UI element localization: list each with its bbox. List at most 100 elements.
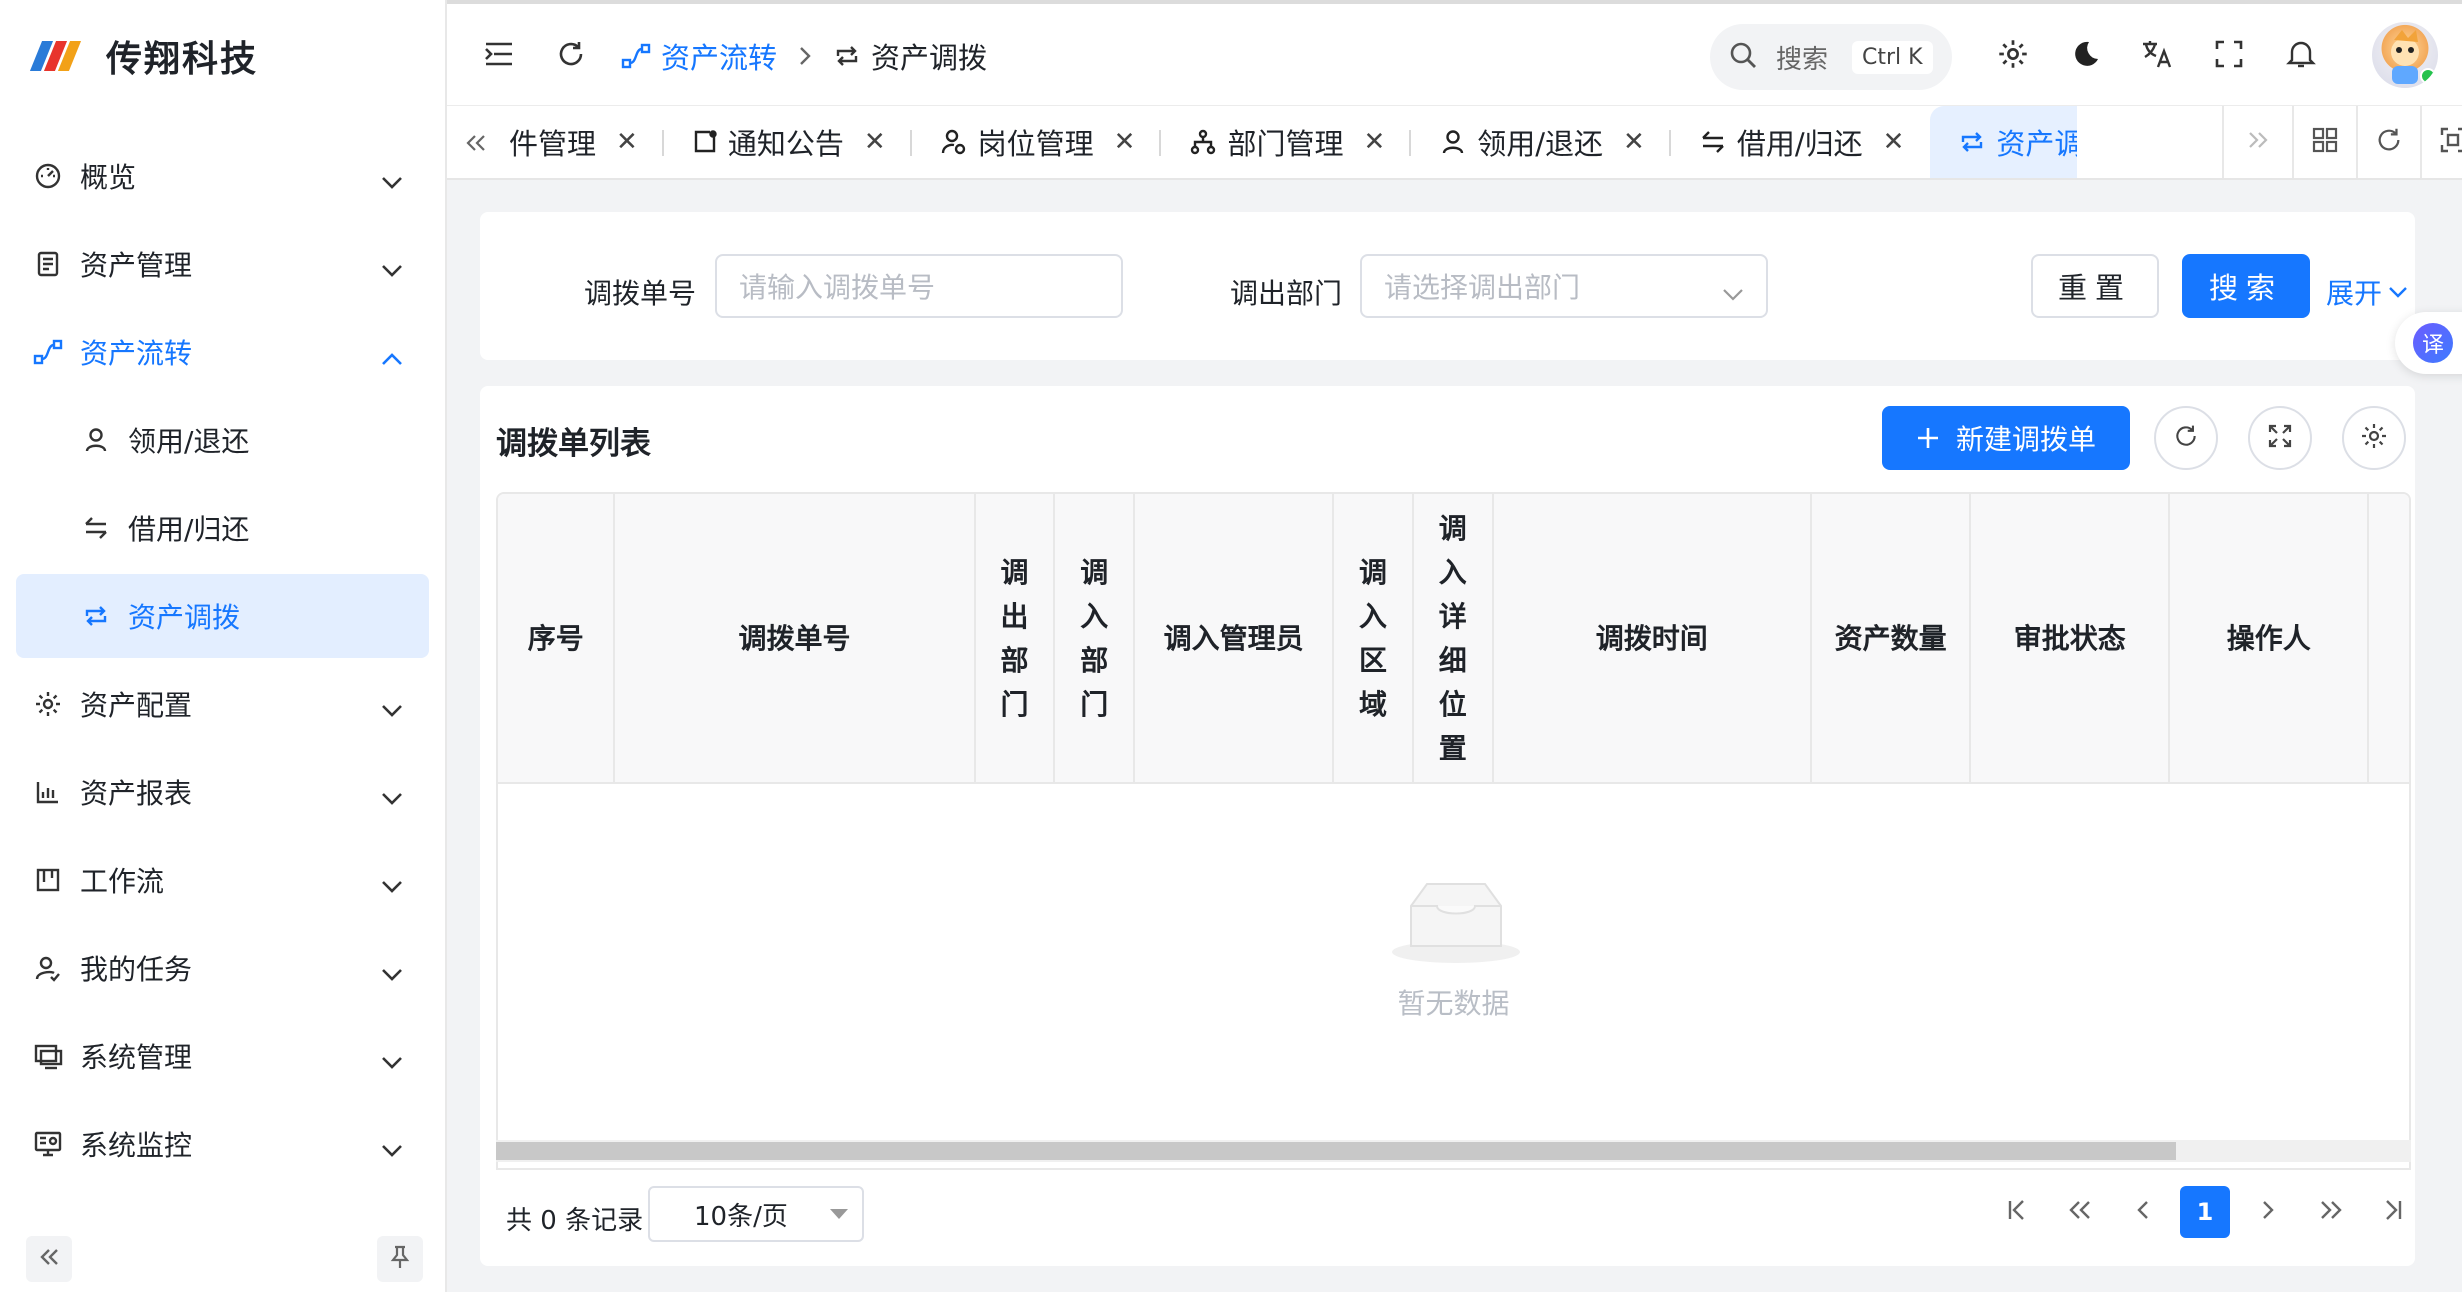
- sidebar-item-label: 资产管理: [80, 249, 193, 282]
- prev-group-button[interactable]: [2055, 1186, 2105, 1238]
- sidebar-item-label: 系统监控: [80, 1129, 193, 1162]
- tabs-bar: 件管理 ✕ 通知公告 ✕ 岗位管理 ✕ 部门管理 ✕ 领用/退还 ✕ 借用/归还…: [447, 106, 2462, 180]
- top-header: 资产流转 资产调拨 搜索 Ctrl K: [447, 0, 2462, 106]
- collapse-sidebar-button[interactable]: [26, 1236, 72, 1282]
- next-page-button[interactable]: [2243, 1186, 2293, 1238]
- tabs-refresh-button[interactable]: [2356, 106, 2420, 178]
- table-refresh-button[interactable]: [2154, 406, 2218, 470]
- pin-sidebar-button[interactable]: [377, 1236, 423, 1282]
- brand-logo[interactable]: 传翔科技: [28, 28, 258, 84]
- theme-toggle-button[interactable]: [2063, 34, 2107, 78]
- refresh-icon: [556, 39, 586, 73]
- close-icon[interactable]: ✕: [616, 127, 638, 157]
- table-settings-button[interactable]: [2342, 406, 2406, 470]
- menu-fold-icon: [484, 41, 514, 71]
- tabs-maximize-button[interactable]: [2420, 106, 2462, 178]
- post-icon: [940, 128, 968, 156]
- notifications-button[interactable]: [2279, 34, 2323, 78]
- sidebar-item-my-tasks[interactable]: 我的任务: [0, 924, 445, 1012]
- transfer-no-input[interactable]: 请输入调拨单号: [715, 254, 1123, 318]
- first-page-icon: [2007, 1198, 2027, 1226]
- column-header-in-dept[interactable]: 调入部门: [1055, 494, 1136, 784]
- reset-button[interactable]: 重置: [2031, 254, 2159, 318]
- floating-translate-button[interactable]: 译: [2395, 312, 2462, 374]
- transfer-no-placeholder: 请输入调拨单号: [739, 271, 936, 304]
- last-page-button[interactable]: [2368, 1186, 2418, 1238]
- sidebar-item-asset-report[interactable]: 资产报表: [0, 748, 445, 836]
- close-icon[interactable]: ✕: [1623, 127, 1645, 157]
- sidebar-subitem-receive-return[interactable]: 领用/退还: [0, 396, 445, 484]
- close-icon[interactable]: ✕: [1114, 127, 1136, 157]
- chevron-up-icon: [381, 340, 403, 373]
- tab-label: 领用/退还: [1477, 127, 1604, 161]
- column-header-approval-status[interactable]: 审批状态: [1971, 494, 2171, 784]
- column-header-asset-count[interactable]: 资产数量: [1812, 494, 1972, 784]
- tabs-scroll-left-button[interactable]: [447, 106, 505, 178]
- sidebar-item-label: 资产流转: [80, 337, 193, 370]
- next-group-button[interactable]: [2306, 1186, 2356, 1238]
- column-header-transfer-no[interactable]: 调拨单号: [615, 494, 976, 784]
- maximize-icon: [2439, 126, 2462, 158]
- tabs-grid-button[interactable]: [2292, 106, 2356, 178]
- new-transfer-button[interactable]: 新建调拨单: [1882, 406, 2130, 470]
- tab-department-management[interactable]: 部门管理 ✕: [1161, 106, 1412, 178]
- breadcrumb-item-asset-flow[interactable]: 资产流转: [621, 35, 777, 77]
- first-page-button[interactable]: [1992, 1186, 2042, 1238]
- close-icon[interactable]: ✕: [1883, 127, 1905, 157]
- column-header-transfer-time[interactable]: 调拨时间: [1494, 494, 1812, 784]
- column-header-index[interactable]: 序号: [498, 494, 616, 784]
- empty-inbox-icon: [1391, 876, 1521, 970]
- language-button[interactable]: [2135, 34, 2179, 78]
- chevron-down-icon: [381, 252, 403, 285]
- out-dept-placeholder: 请选择调出部门: [1384, 271, 1581, 304]
- page-size-select[interactable]: 10条/页: [648, 1186, 864, 1242]
- sidebar-subitem-asset-transfer[interactable]: 资产调拨: [16, 574, 429, 658]
- expand-filter-link[interactable]: 展开: [2326, 272, 2408, 312]
- sidebar-subitem-borrow-return[interactable]: 借用/归还: [0, 484, 445, 572]
- tab-asset-transfer[interactable]: 资产调拨 ✕: [1930, 106, 2077, 178]
- menu-toggle-button[interactable]: [477, 34, 521, 78]
- sidebar-item-asset-config[interactable]: 资产配置: [0, 660, 445, 748]
- tab-file-management[interactable]: 件管理 ✕: [505, 106, 664, 178]
- column-header-in-location[interactable]: 调入详细位置: [1414, 494, 1494, 784]
- sidebar-item-overview[interactable]: 概览: [0, 132, 445, 220]
- column-header-in-area[interactable]: 调入区域: [1334, 494, 1414, 784]
- user-avatar[interactable]: [2372, 22, 2438, 88]
- search-icon: [1728, 40, 1758, 74]
- settings-button[interactable]: [1991, 34, 2035, 78]
- column-header-operator[interactable]: 操作人: [2170, 494, 2370, 784]
- list-title: 调拨单列表: [496, 426, 651, 462]
- search-button[interactable]: 搜索: [2182, 254, 2310, 318]
- sidebar-item-asset-management[interactable]: 资产管理: [0, 220, 445, 308]
- sidebar-item-system-management[interactable]: 系统管理: [0, 1012, 445, 1100]
- transfer-table: 序号 调拨单号 调出部门 调入部门 调入管理员 调入区域 调入详细位置 调拨时间…: [496, 492, 2411, 1170]
- chevron-down-icon: [381, 868, 403, 901]
- close-icon[interactable]: ✕: [864, 127, 886, 157]
- table-fullscreen-button[interactable]: [2248, 406, 2312, 470]
- monitor-icon: [32, 1040, 64, 1072]
- out-dept-select[interactable]: 请选择调出部门: [1360, 254, 1768, 318]
- grid-icon: [2311, 126, 2339, 158]
- scrollbar-thumb[interactable]: [496, 1142, 2176, 1160]
- prev-page-button[interactable]: [2118, 1186, 2168, 1238]
- tab-borrow-return[interactable]: 借用/归还 ✕: [1671, 106, 1931, 178]
- tab-post-management[interactable]: 岗位管理 ✕: [912, 106, 1162, 178]
- sidebar-item-system-monitor[interactable]: 系统监控: [0, 1100, 445, 1188]
- sidebar-item-asset-flow[interactable]: 资产流转: [0, 308, 445, 396]
- column-header-in-manager[interactable]: 调入管理员: [1135, 494, 1335, 784]
- sidebar-item-workflow[interactable]: 工作流: [0, 836, 445, 924]
- global-search[interactable]: 搜索 Ctrl K: [1710, 24, 1952, 90]
- table-header-row: 序号 调拨单号 调出部门 调入部门 调入管理员 调入区域 调入详细位置 调拨时间…: [498, 494, 2409, 784]
- dashboard-icon: [32, 160, 64, 192]
- reload-button[interactable]: [549, 34, 593, 78]
- tabs-scroll-right-button[interactable]: [2222, 106, 2292, 178]
- transfer-list-card: 调拨单列表 新建调拨单 序号 调拨单号 调出部门 调入部门 调入管理员 调入区域…: [480, 386, 2415, 1266]
- tab-receive-return[interactable]: 领用/退还 ✕: [1411, 106, 1671, 178]
- table-horizontal-scrollbar[interactable]: [496, 1140, 2411, 1162]
- tab-label: 部门管理: [1227, 127, 1344, 161]
- close-icon[interactable]: ✕: [1363, 127, 1385, 157]
- column-header-out-dept[interactable]: 调出部门: [976, 494, 1056, 784]
- tab-notice[interactable]: 通知公告 ✕: [664, 106, 912, 178]
- fullscreen-button[interactable]: [2207, 34, 2251, 78]
- page-button-current[interactable]: 1: [2180, 1186, 2230, 1238]
